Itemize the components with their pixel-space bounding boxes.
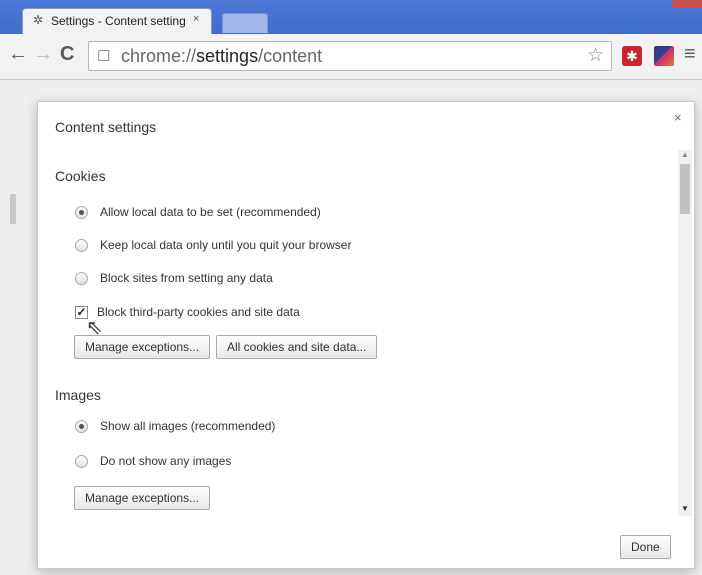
url-path: /content <box>258 46 323 66</box>
dialog-content: Cookies Allow local data to be set (reco… <box>55 150 675 516</box>
radio-button[interactable] <box>75 455 88 468</box>
url-host: settings <box>196 46 259 66</box>
reload-icon[interactable]: C <box>60 43 74 66</box>
option-label: Keep local data only until you quit your… <box>100 238 352 252</box>
page-icon: ☐ <box>97 48 111 65</box>
url-scheme: chrome:// <box>121 46 197 66</box>
forward-arrow-icon[interactable]: → <box>33 43 53 66</box>
tab-title: Settings - Content setting <box>51 14 185 28</box>
window-close-button[interactable] <box>672 0 702 8</box>
gear-icon: ✲ <box>33 13 44 27</box>
cookies-section-title: Cookies <box>55 168 106 184</box>
mouse-cursor-icon: ⇖ <box>86 317 103 339</box>
page-edge <box>10 194 16 224</box>
dialog-scrollbar[interactable]: ▲ ▼ <box>678 150 692 516</box>
images-section-title: Images <box>55 387 101 403</box>
bookmark-star-icon[interactable]: ☆ <box>587 44 604 67</box>
close-icon[interactable]: × <box>674 110 682 125</box>
scroll-thumb[interactable] <box>680 164 690 214</box>
option-label: Block third-party cookies and site data <box>97 305 300 319</box>
dialog-title: Content settings <box>55 119 157 135</box>
option-label: Do not show any images <box>100 454 232 468</box>
all-cookies-button[interactable]: All cookies and site data... <box>216 335 378 359</box>
menu-icon[interactable]: ≡ <box>684 43 696 66</box>
new-tab-button[interactable] <box>222 13 268 33</box>
back-arrow-icon[interactable]: ← <box>8 43 28 66</box>
scroll-down-arrow-icon[interactable]: ▼ <box>681 504 689 513</box>
option-label: Allow local data to be set (recommended) <box>100 205 321 219</box>
url-text: chrome://settings/content <box>121 46 322 67</box>
extension-red-icon[interactable]: ✱ <box>622 46 642 66</box>
address-bar[interactable]: ☐ chrome://settings/content ☆ <box>88 41 612 71</box>
radio-button[interactable] <box>75 239 88 252</box>
extension-blue-icon[interactable] <box>654 46 674 66</box>
tab-close-icon[interactable]: × <box>193 13 199 25</box>
images-manage-exceptions-button[interactable]: Manage exceptions... <box>74 486 211 510</box>
content-settings-dialog: Content settings × Cookies Allow local d… <box>37 101 695 569</box>
toolbar: ← → C ☐ chrome://settings/content ☆ ✱ ≡ <box>0 34 702 80</box>
radio-button[interactable] <box>75 206 88 219</box>
scroll-up-arrow-icon[interactable]: ▲ <box>681 150 689 159</box>
tab-strip: ✲ Settings - Content setting × <box>0 0 702 34</box>
option-label: Block sites from setting any data <box>100 271 273 285</box>
done-button[interactable]: Done <box>620 535 671 559</box>
radio-button[interactable] <box>75 272 88 285</box>
option-label: Show all images (recommended) <box>100 419 276 433</box>
radio-button[interactable] <box>75 420 88 433</box>
tab-settings[interactable]: ✲ Settings - Content setting × <box>22 8 212 34</box>
